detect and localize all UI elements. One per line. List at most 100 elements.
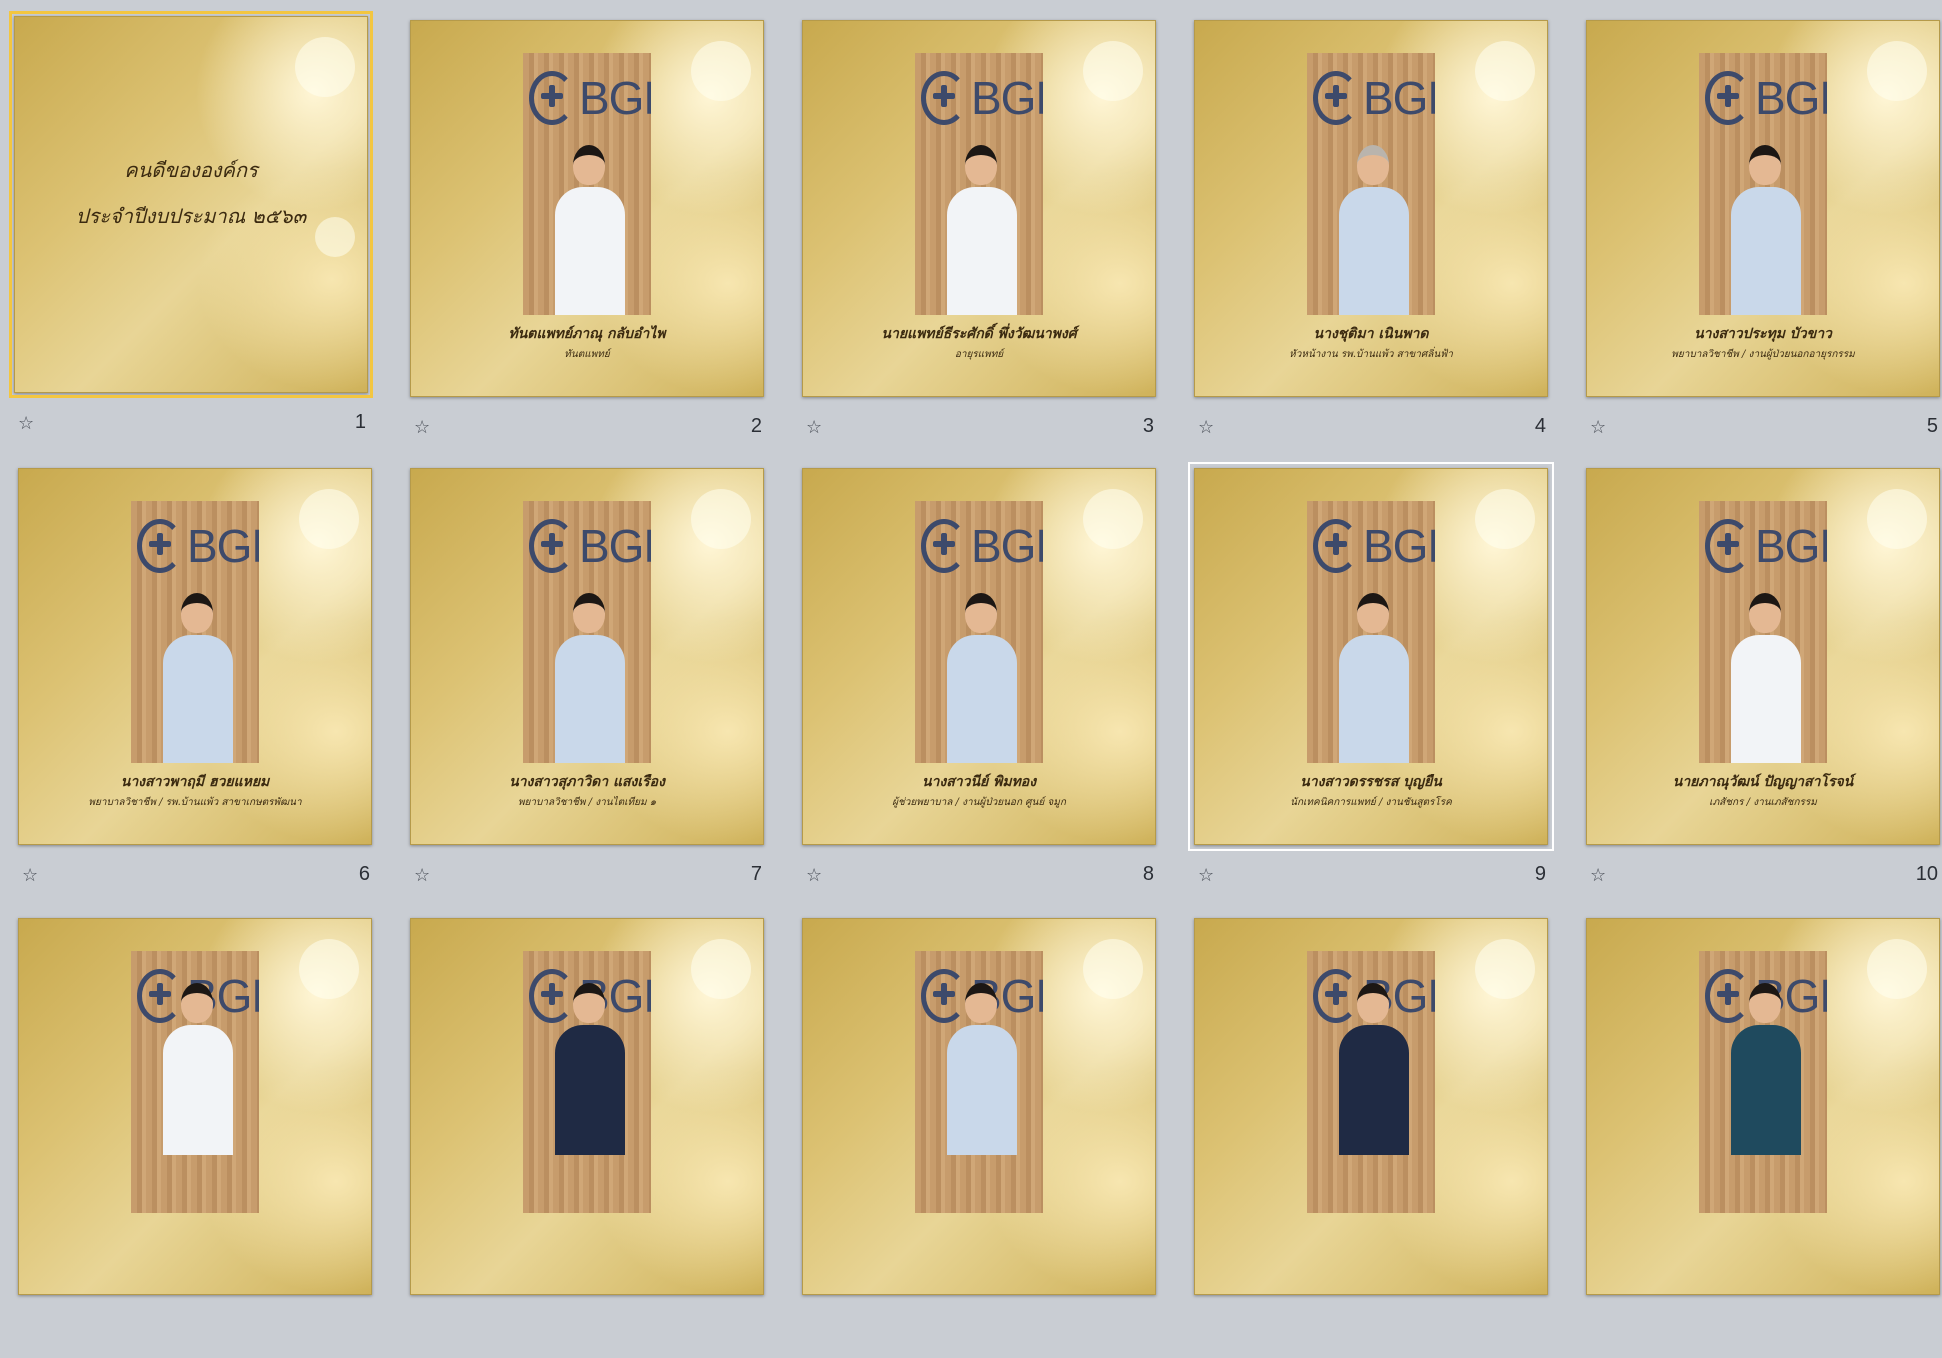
slide-preview[interactable]: คนดีขององค์กร ประจำปีงบประมาณ ๒๕๖๓ — [9, 11, 373, 398]
slide-preview[interactable]: BGH นางสาวประทุม บัวขาว พยาบาลวิชาชีพ / … — [1586, 20, 1940, 397]
star-transition-icon[interactable]: ☆ — [1198, 865, 1214, 886]
star-transition-icon[interactable]: ☆ — [22, 865, 38, 886]
slide-preview[interactable]: BGH — [410, 918, 764, 1295]
portrait-photo: BGH — [1699, 53, 1827, 315]
slide-preview[interactable]: BGH — [18, 918, 372, 1295]
slide-meta: ☆ 4 — [1194, 415, 1546, 445]
person-figure — [1339, 593, 1409, 763]
slide-number: 7 — [750, 863, 762, 885]
slide-thumbnail[interactable]: BGH นางสาวสุภาวิดา แสงเรือง พยาบาลวิชาชี… — [410, 468, 788, 908]
person-figure — [947, 145, 1017, 315]
person-role: พยาบาลวิชาชีพ / งานไตเทียม ๑ — [517, 797, 657, 808]
slide-number: 8 — [1142, 863, 1154, 885]
portrait-photo: BGH — [1307, 951, 1435, 1213]
bgh-logo: BGH — [919, 67, 1043, 129]
sparkle-decoration — [1475, 41, 1535, 101]
person-role: หัวหน้างาน รพ.บ้านแพ้ว สาขาศลิ่นฟ้า — [1289, 349, 1453, 360]
person-name: ทันตแพทย์ภาณุ กลับอำไพ — [508, 326, 666, 342]
person-role: นักเทคนิคการแพทย์ / งานชันสูตรโรค — [1290, 797, 1452, 808]
person-name: นายแพทย์ธีระศักดิ์ พึ่งวัฒนาพงศ์ — [881, 326, 1077, 342]
sparkle-decoration — [1867, 41, 1927, 101]
slide-meta: ☆ 9 — [1194, 863, 1546, 893]
star-transition-icon[interactable]: ☆ — [1590, 865, 1606, 886]
title-line-1: คนดีขององค์กร — [124, 158, 258, 182]
slide-thumbnail[interactable]: BGH — [802, 918, 1180, 1358]
person-role: พยาบาลวิชาชีพ / รพ.บ้านแพ้ว สาขาเกษตรพัฒ… — [88, 797, 302, 808]
star-transition-icon[interactable]: ☆ — [806, 417, 822, 438]
slide-meta: ☆ 8 — [802, 863, 1154, 893]
person-figure — [555, 593, 625, 763]
slide-thumbnail[interactable]: BGH — [18, 918, 396, 1358]
portrait-photo: BGH — [915, 951, 1043, 1213]
slide-thumbnail[interactable]: คนดีขององค์กร ประจำปีงบประมาณ ๒๕๖๓ ☆ 1 — [9, 11, 392, 456]
slide-number: 1 — [354, 411, 366, 433]
sparkle-decoration — [1867, 939, 1927, 999]
person-figure — [555, 983, 625, 1155]
sparkle-decoration — [691, 41, 751, 101]
slide-meta: ☆ 3 — [802, 415, 1154, 445]
portrait-photo: BGH — [523, 951, 651, 1213]
star-transition-icon[interactable]: ☆ — [1198, 417, 1214, 438]
slide-preview[interactable]: BGH นายภาณุวัฒน์ ปัญญาสาโรจน์ เภสัชกร / … — [1586, 468, 1940, 845]
slide-meta: ☆ 6 — [18, 863, 370, 893]
title-line-2: ประจำปีงบประมาณ ๒๕๖๓ — [75, 204, 307, 228]
slide-preview[interactable]: BGH นางสาวสุภาวิดา แสงเรือง พยาบาลวิชาชี… — [410, 468, 764, 845]
slide-thumbnail[interactable]: BGH — [1586, 918, 1942, 1358]
sparkle-decoration — [299, 489, 359, 549]
portrait-photo: BGH — [523, 53, 651, 315]
slide-preview[interactable]: BGH นางสาวดรรชรส บุญยืน นักเทคนิคการแพทย… — [1188, 462, 1554, 851]
portrait-photo: BGH — [131, 501, 259, 763]
slide-preview[interactable]: BGH นางสาวพาฤมี ฮวยแหยม พยาบาลวิชาชีพ / … — [18, 468, 372, 845]
star-transition-icon[interactable]: ☆ — [1590, 417, 1606, 438]
person-name: นางสาวสุภาวิดา แสงเรือง — [509, 774, 665, 790]
slide-thumbnail[interactable]: BGH นางสาวประทุม บัวขาว พยาบาลวิชาชีพ / … — [1586, 20, 1942, 460]
person-figure — [1339, 145, 1409, 315]
slide-preview[interactable]: BGH นางชุติมา เนินพาด หัวหน้างาน รพ.บ้าน… — [1194, 20, 1548, 397]
slide-meta: ☆ 1 — [14, 411, 366, 441]
slide-preview[interactable]: BGH ทันตแพทย์ภาณุ กลับอำไพ ทันตแพทย์ — [410, 20, 764, 397]
slide-meta: ☆ 5 — [1586, 415, 1938, 445]
person-role: อายุรแพทย์ — [954, 349, 1004, 360]
slide-thumbnail[interactable]: BGH นางสาวนีย์ พิมทอง ผู้ช่วยพยาบาล / งา… — [802, 468, 1180, 908]
slide-thumbnail[interactable]: BGH นายภาณุวัฒน์ ปัญญาสาโรจน์ เภสัชกร / … — [1586, 468, 1942, 908]
slide-title: คนดีขององค์กร ประจำปีงบประมาณ ๒๕๖๓ — [15, 147, 367, 239]
slide-preview[interactable]: BGH — [1194, 918, 1548, 1295]
slide-thumbnail[interactable]: BGH นางชุติมา เนินพาด หัวหน้างาน รพ.บ้าน… — [1194, 20, 1572, 460]
slide-preview[interactable]: BGH — [802, 918, 1156, 1295]
sparkle-decoration — [691, 939, 751, 999]
sparkle-decoration — [1867, 489, 1927, 549]
sparkle-decoration — [1083, 489, 1143, 549]
slide-thumbnail[interactable]: BGH — [410, 918, 788, 1358]
star-transition-icon[interactable]: ☆ — [806, 865, 822, 886]
slide-number: 3 — [1142, 415, 1154, 437]
slide-thumbnail[interactable]: BGH นายแพทย์ธีระศักดิ์ พึ่งวัฒนาพงศ์ อาย… — [802, 20, 1180, 460]
person-figure — [947, 983, 1017, 1155]
slide-preview[interactable]: BGH นายแพทย์ธีระศักดิ์ พึ่งวัฒนาพงศ์ อาย… — [802, 20, 1156, 397]
slide-thumbnail[interactable]: BGH นางสาวดรรชรส บุญยืน นักเทคนิคการแพทย… — [1188, 462, 1572, 908]
slide-number: 6 — [358, 863, 370, 885]
portrait-photo: BGH — [1699, 951, 1827, 1213]
sparkle-decoration — [295, 37, 355, 97]
slide-preview[interactable]: BGH นางสาวนีย์ พิมทอง ผู้ช่วยพยาบาล / งา… — [802, 468, 1156, 845]
star-transition-icon[interactable]: ☆ — [18, 413, 34, 434]
portrait-photo: BGH — [131, 951, 259, 1213]
star-transition-icon[interactable]: ☆ — [414, 865, 430, 886]
slide-thumbnail[interactable]: BGH ทันตแพทย์ภาณุ กลับอำไพ ทันตแพทย์ ☆ 2 — [410, 20, 788, 460]
slide-number: 5 — [1926, 415, 1938, 437]
bgh-logo: BGH — [1703, 67, 1827, 129]
portrait-photo: BGH — [915, 501, 1043, 763]
sparkle-decoration — [299, 939, 359, 999]
person-name: นางสาวดรรชรส บุญยืน — [1300, 774, 1442, 790]
slide-thumbnail[interactable]: BGH นางสาวพาฤมี ฮวยแหยม พยาบาลวิชาชีพ / … — [18, 468, 396, 908]
person-role: ทันตแพทย์ — [564, 349, 610, 360]
slide-meta: ☆ 7 — [410, 863, 762, 893]
slide-thumbnail[interactable]: BGH — [1194, 918, 1572, 1358]
sparkle-decoration — [1083, 41, 1143, 101]
person-figure — [1731, 145, 1801, 315]
person-figure — [1731, 983, 1801, 1155]
sparkle-decoration — [1083, 939, 1143, 999]
star-transition-icon[interactable]: ☆ — [414, 417, 430, 438]
slide-preview[interactable]: BGH — [1586, 918, 1940, 1295]
slide-meta: ☆ 10 — [1586, 863, 1938, 893]
bgh-logo: BGH — [527, 515, 651, 577]
